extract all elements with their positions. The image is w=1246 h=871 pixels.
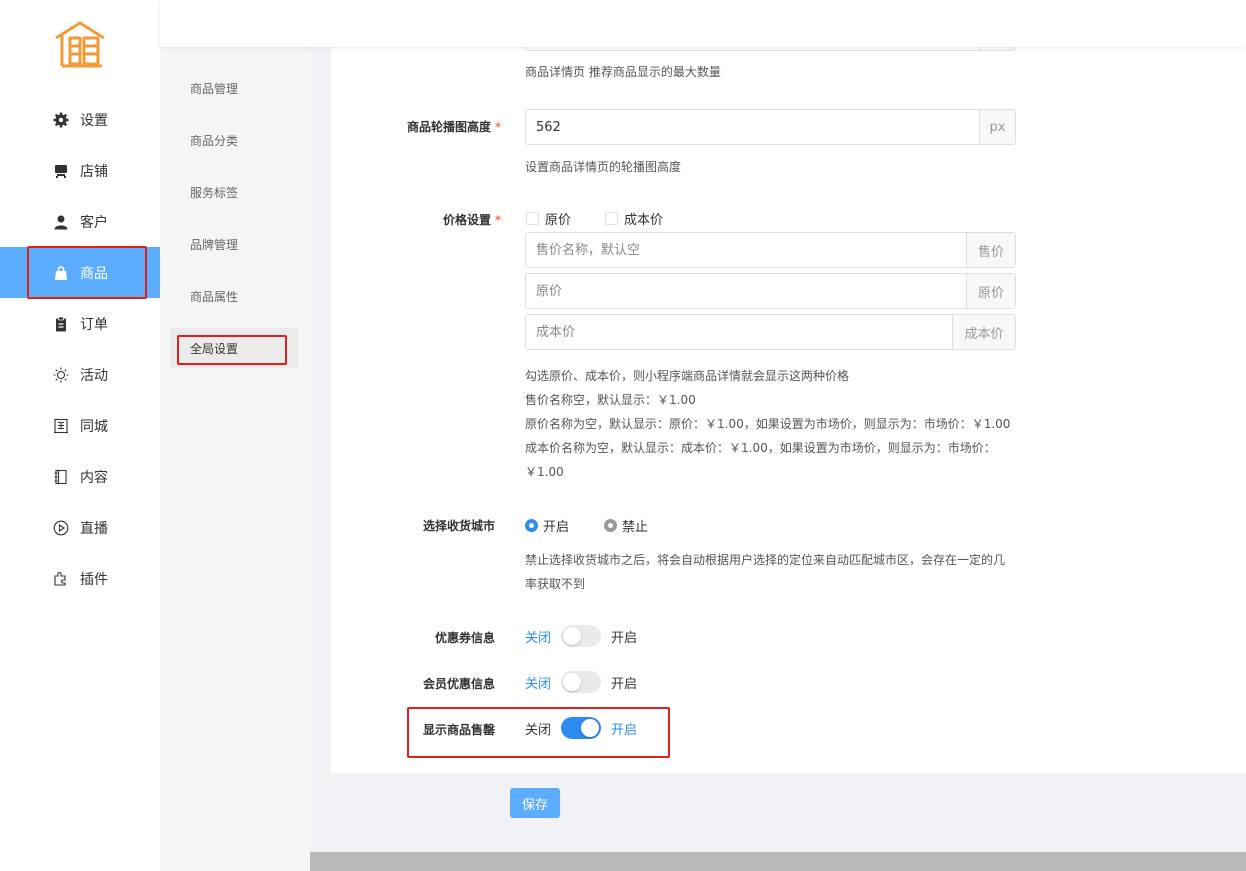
show-soldout-toggle[interactable] xyxy=(561,717,602,739)
switch-off-label: 关闭 xyxy=(525,676,552,692)
radio-dot-selected[interactable] xyxy=(525,519,538,532)
checkbox-box[interactable] xyxy=(605,212,618,225)
original-price-checkbox[interactable]: 原价 xyxy=(526,209,571,228)
sale-price-name-input[interactable] xyxy=(526,233,966,267)
nav-orders[interactable]: 订单 xyxy=(0,298,160,349)
notebook-icon xyxy=(52,468,70,486)
nav-content[interactable]: 内容 xyxy=(0,451,160,502)
nav-label: 内容 xyxy=(80,469,108,486)
carousel-height-input[interactable] xyxy=(526,110,979,144)
cost-price-name-group: 成本价 xyxy=(525,314,1016,350)
price-help-line: 成本价名称为空，默认显示：成本价：￥1.00，如果设置为市场价，则显示为：市场价… xyxy=(525,441,996,455)
checkbox-label: 成本价 xyxy=(624,213,664,228)
cost-price-checkbox[interactable]: 成本价 xyxy=(605,209,663,228)
city-disable-radio[interactable]: 禁止 xyxy=(604,516,648,535)
toggle-knob xyxy=(581,719,600,737)
nav-label: 商品 xyxy=(80,265,108,282)
city-enable-radio[interactable]: 开启 xyxy=(525,516,569,535)
nav-label: 订单 xyxy=(80,316,108,333)
nav-label: 同城 xyxy=(80,418,108,435)
carousel-height-input-group: px xyxy=(525,109,1016,145)
member-discount-label: 会员优惠信息 xyxy=(422,677,495,691)
original-price-addon: 原价 xyxy=(966,274,1015,308)
bottom-bar xyxy=(310,852,1246,871)
house-logo-icon xyxy=(55,21,105,68)
subnav-goods-attributes[interactable]: 商品属性 xyxy=(170,276,298,316)
coupon-info-label: 优惠券信息 xyxy=(434,631,495,645)
switch-on-label: 开启 xyxy=(611,676,638,692)
price-help-line: 勾选原价、成本价，则小程序端商品详情就会显示这两种价格 xyxy=(525,369,850,383)
price-help-line: 售价名称空，默认显示：￥1.00 xyxy=(525,393,696,407)
member-discount-switch-row: 关闭 开启 xyxy=(525,671,637,693)
checkbox-label: 原价 xyxy=(545,213,572,228)
city-help-text: 禁止选择收货城市之后，将会自动根据用户选择的定位来自动匹配城市区，会存在一定的几… xyxy=(525,548,1015,596)
nav-settings[interactable]: 设置 xyxy=(0,94,160,145)
nav-label: 插件 xyxy=(80,571,108,588)
switch-on-label: 开启 xyxy=(611,630,638,646)
clipboard-icon xyxy=(52,315,70,333)
radio-label: 禁止 xyxy=(622,520,649,535)
subnav-global-settings[interactable]: 全局设置 xyxy=(170,328,298,368)
switch-off-label: 关闭 xyxy=(525,630,552,646)
price-help-line: 原价名称为空，默认显示：原价：￥1.00，如果设置为市场价，则显示为：市场价：￥… xyxy=(525,417,1011,431)
city-help-line: 率获取不到 xyxy=(525,577,586,591)
puzzle-icon xyxy=(52,570,70,588)
nav-plugins[interactable]: 插件 xyxy=(0,553,160,604)
member-discount-toggle[interactable] xyxy=(561,671,602,693)
subnav-service-tags[interactable]: 服务标签 xyxy=(170,172,298,212)
play-circle-icon xyxy=(52,519,70,537)
subnav-goods-category[interactable]: 商品分类 xyxy=(170,120,298,160)
cost-price-addon: 成本价 xyxy=(952,315,1015,349)
checkbox-box[interactable] xyxy=(526,212,539,225)
nav-local[interactable]: 同城 xyxy=(0,400,160,451)
subnav-brand-management[interactable]: 品牌管理 xyxy=(170,224,298,264)
sale-price-addon: 售价 xyxy=(966,233,1015,267)
nav-label: 店铺 xyxy=(80,163,108,180)
original-price-name-input[interactable] xyxy=(526,274,966,308)
sale-price-name-group: 售价 xyxy=(525,232,1016,268)
nav-activity[interactable]: 活动 xyxy=(0,349,160,400)
sun-icon xyxy=(52,366,70,384)
price-help-line: ￥1.00 xyxy=(525,465,564,479)
coupon-info-switch-row: 关闭 开启 xyxy=(525,625,637,647)
recommend-help-text: 商品详情页 推荐商品显示的最大数量 xyxy=(525,65,721,79)
carousel-height-unit: px xyxy=(979,110,1015,144)
coupon-info-toggle[interactable] xyxy=(561,625,602,647)
building-icon xyxy=(52,417,70,435)
nav-label: 设置 xyxy=(80,112,108,129)
nav-live[interactable]: 直播 xyxy=(0,502,160,553)
city-help-line: 禁止选择收货城市之后，将会自动根据用户选择的定位来自动匹配城市区，会存在一定的几 xyxy=(525,553,1006,567)
nav-label: 活动 xyxy=(80,367,108,384)
cost-price-name-input[interactable] xyxy=(526,315,952,349)
radio-dot[interactable] xyxy=(604,519,617,532)
carousel-height-help: 设置商品详情页的轮播图高度 xyxy=(525,160,682,174)
original-price-name-group: 原价 xyxy=(525,273,1016,309)
settings-form-panel: 商品详情页 推荐商品显示的最大数量 商品轮播图高度* px 设置商品详情页的轮播… xyxy=(331,21,1246,773)
nav-goods[interactable]: 商品 xyxy=(0,247,160,298)
nav-customer[interactable]: 客户 xyxy=(0,196,160,247)
nav-store[interactable]: 店铺 xyxy=(0,145,160,196)
city-select-label: 选择收货城市 xyxy=(422,519,495,533)
price-settings-label: 价格设置 * xyxy=(442,213,501,227)
gear-icon xyxy=(52,111,70,129)
carousel-height-label: 商品轮播图高度 * xyxy=(406,120,501,134)
radio-label: 开启 xyxy=(543,520,570,535)
user-icon xyxy=(52,213,70,231)
sub-sidebar: 商品管理 商品分类 服务标签 品牌管理 商品属性 全局设置 xyxy=(160,47,310,871)
subnav-goods-management[interactable]: 商品管理 xyxy=(170,68,298,108)
price-help-text: 勾选原价、成本价，则小程序端商品详情就会显示这两种价格 售价名称空，默认显示：￥… xyxy=(525,364,1015,484)
save-button[interactable]: 保存 xyxy=(510,788,560,818)
toggle-knob xyxy=(563,673,582,691)
show-soldout-label: 显示商品售罄 xyxy=(422,723,495,737)
shopping-bag-icon xyxy=(52,264,70,282)
toggle-knob xyxy=(563,627,582,645)
top-header xyxy=(160,0,1246,47)
main-sidebar: 设置 店铺 客户 商品 订单 活动 同城 内容 直播 插件 xyxy=(0,0,160,871)
switch-on-label: 开启 xyxy=(611,722,638,738)
show-soldout-switch-row: 关闭 开启 xyxy=(525,717,637,739)
switch-off-label: 关闭 xyxy=(525,722,552,738)
store-icon xyxy=(52,162,70,180)
nav-label: 直播 xyxy=(80,520,108,537)
nav-label: 客户 xyxy=(80,214,108,231)
